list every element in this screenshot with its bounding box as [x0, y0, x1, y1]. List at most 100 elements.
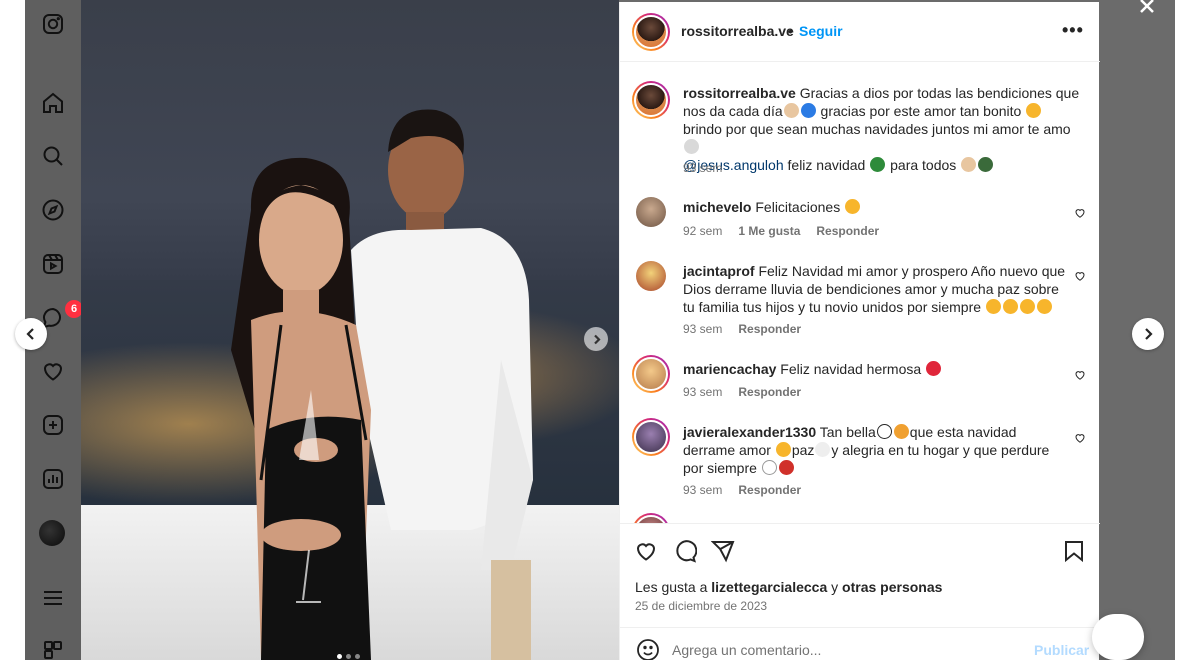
previous-post-button[interactable] [15, 318, 47, 350]
praying-hands-emoji [961, 157, 977, 172]
home-icon[interactable] [39, 89, 67, 117]
caption-text: para todos [890, 157, 957, 173]
comment-meta: 93 sem Responder [683, 322, 801, 336]
ring-emoji [684, 139, 699, 154]
heart-eyes-emoji [1026, 103, 1042, 118]
comments-list[interactable]: rossitorrealba.ve Gracias a dios por tod… [620, 63, 1100, 523]
explore-icon[interactable] [39, 196, 67, 224]
reels-icon[interactable] [39, 250, 67, 278]
comment-text: paz [791, 442, 815, 458]
heart-icon [1075, 272, 1085, 281]
comment-meta: 93 sem Responder [683, 483, 801, 497]
commenter-avatar[interactable] [632, 418, 670, 456]
page-right-margin [1175, 0, 1200, 660]
share-icon [710, 541, 735, 563]
caption-text: brindo por que sean muchas navidades jun… [683, 121, 1071, 137]
like-comment-button[interactable] [1074, 269, 1086, 281]
like-comment-button[interactable] [1074, 206, 1086, 218]
comment-time[interactable]: 92 sem [683, 224, 722, 238]
commenter-avatar[interactable] [632, 355, 670, 393]
reply-button[interactable]: Responder [816, 224, 879, 238]
post-header: rossitorrealba.ve • Seguir ••• [620, 2, 1100, 62]
commenter-username[interactable]: javieralexander1330 [683, 424, 816, 440]
threads-icon[interactable] [39, 636, 67, 660]
liker-username[interactable]: lizettegarcialecca [711, 579, 827, 595]
caption-text: gracias por este amor tan bonito [820, 103, 1022, 119]
like-comment-button[interactable] [1074, 368, 1086, 380]
emoji-picker-button[interactable] [636, 638, 660, 660]
comment-likes[interactable]: 1 Me gusta [738, 224, 800, 238]
close-button[interactable] [1138, 0, 1160, 16]
commenter-avatar[interactable] [632, 513, 670, 523]
emoji-icon [637, 639, 659, 660]
smiling-hearts-emoji [775, 442, 791, 457]
dashboard-icon[interactable] [39, 465, 67, 493]
reply-button[interactable]: Responder [738, 322, 801, 336]
red-heart-emoji [926, 361, 942, 376]
reply-button[interactable]: Responder [738, 483, 801, 497]
commenter-username[interactable]: mariencachay [683, 361, 776, 377]
author-avatar[interactable] [632, 13, 670, 51]
comment-meta: 93 sem Responder [683, 385, 801, 399]
create-icon[interactable] [39, 411, 67, 439]
leaf-emoji [978, 157, 994, 172]
comment-item: michevelo Felicitaciones [683, 198, 1068, 216]
caption-time[interactable]: 93 sem [683, 161, 722, 175]
comment-time[interactable]: 93 sem [683, 483, 722, 497]
comment-input[interactable] [672, 636, 1012, 660]
post-caption: rossitorrealba.ve Gracias a dios por tod… [683, 84, 1083, 174]
heart-icon [636, 543, 656, 561]
heart-icon [1075, 434, 1085, 443]
likes-and: y [831, 579, 839, 595]
caption-text: feliz navidad [787, 157, 866, 173]
follow-button[interactable]: Seguir [799, 23, 843, 39]
carousel-dot [337, 654, 342, 659]
next-photo-button[interactable] [584, 327, 608, 351]
post-date[interactable]: 25 de diciembre de 2023 [635, 599, 767, 613]
share-button[interactable] [710, 539, 737, 565]
publish-button[interactable]: Publicar [1034, 642, 1089, 658]
reply-button[interactable]: Responder [738, 385, 801, 399]
search-icon[interactable] [39, 142, 67, 170]
commenter-username[interactable]: jacintaprof [683, 263, 755, 279]
commenter-avatar[interactable] [636, 197, 666, 227]
author-username[interactable]: rossitorrealba.ve [681, 23, 794, 39]
chevron-left-icon [26, 328, 34, 340]
profile-avatar[interactable] [39, 520, 65, 546]
dove-emoji [815, 442, 831, 457]
like-comment-button[interactable] [1074, 431, 1086, 443]
caption-avatar[interactable] [632, 81, 670, 119]
comment-text: Feliz navidad hermosa [780, 361, 922, 377]
comment-text: Tan bella [819, 424, 876, 440]
save-button[interactable] [1062, 539, 1088, 565]
messages-bubble[interactable] [1092, 614, 1144, 660]
carousel-dots [337, 654, 360, 659]
close-icon [1140, 0, 1154, 13]
commenter-username[interactable]: michevelo [683, 199, 751, 215]
other-likers-link[interactable]: otras personas [842, 579, 942, 595]
caption-username[interactable]: rossitorrealba.ve [683, 85, 796, 101]
chevron-right-icon [1145, 328, 1153, 340]
white-heart-emoji [876, 424, 892, 439]
hug-emoji [893, 424, 909, 439]
like-button[interactable] [634, 539, 660, 565]
heart-icon[interactable] [39, 357, 67, 385]
kiss-emoji [985, 299, 1001, 314]
comment-item: javieralexander1330 Tan bella que esta na… [683, 423, 1068, 477]
comment-time[interactable]: 93 sem [683, 385, 722, 399]
more-options-button[interactable]: ••• [1062, 20, 1084, 41]
instagram-icon[interactable] [39, 10, 67, 38]
next-post-button[interactable] [1132, 318, 1164, 350]
comment-item: mariencachay Feliz navidad hermosa [683, 360, 1068, 378]
menu-icon[interactable] [39, 584, 67, 612]
add-comment-bar: Publicar [620, 627, 1100, 660]
comment-button[interactable] [673, 539, 699, 565]
comment-meta: 92 sem 1 Me gusta Responder [683, 224, 879, 238]
commenter-avatar[interactable] [636, 261, 666, 291]
comment-icon [676, 540, 698, 563]
woman-figure [231, 157, 371, 660]
post-actions: Les gusta a lizettegarcialecca y otras p… [620, 523, 1100, 623]
heart-eyes-emoji [845, 199, 861, 214]
comment-time[interactable]: 93 sem [683, 322, 722, 336]
rose-emoji [778, 460, 794, 475]
